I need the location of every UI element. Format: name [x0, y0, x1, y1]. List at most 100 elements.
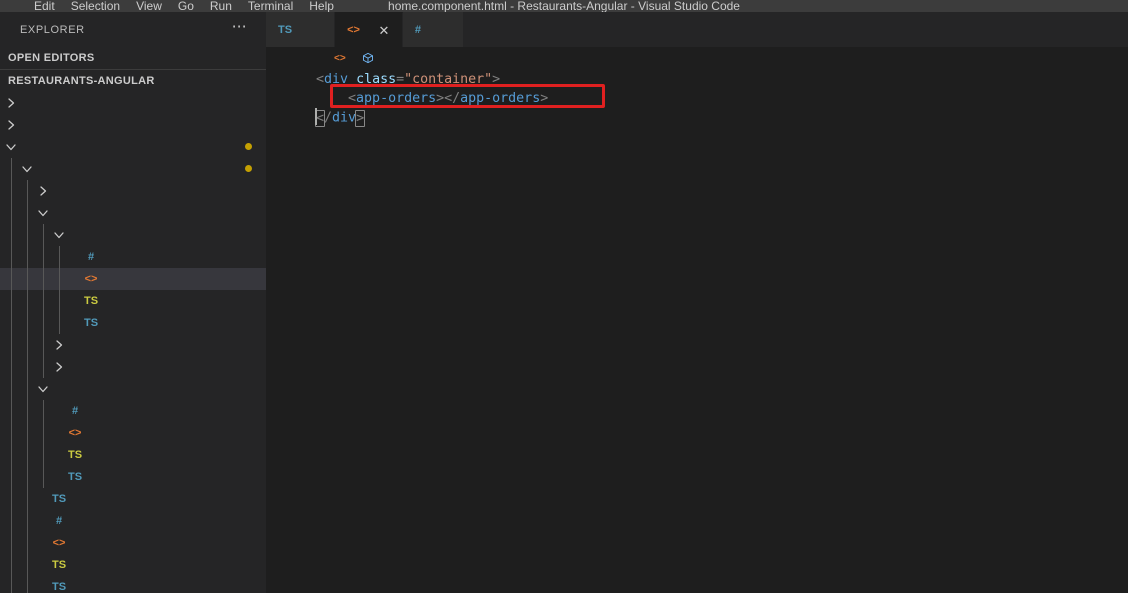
indent-guide [27, 179, 28, 202]
indent-guide [59, 289, 60, 312]
code-text: <div class="container"> [316, 72, 501, 87]
section-open-editors[interactable]: OPEN EDITORS [0, 47, 266, 69]
tree-item-app-component-spec-ts[interactable]: TS [0, 553, 266, 576]
symbol-element-icon [362, 52, 374, 64]
tree-item-main-menu-component-ts[interactable]: TS [0, 465, 266, 488]
code-line[interactable]: </div> [266, 108, 1128, 127]
indent-guide [11, 157, 12, 180]
code-text: <app-orders></app-orders> [348, 91, 549, 106]
tree-item-main-menu-component-spec-ts[interactable]: TS [0, 443, 266, 466]
spec-file-icon: TS [67, 448, 83, 461]
ellipsis-icon[interactable]: ⋯ [232, 19, 248, 37]
menu-item-terminal[interactable]: Terminal [240, 0, 301, 12]
indent-guide [27, 575, 28, 593]
editor-scrollbar[interactable] [1114, 69, 1128, 593]
html-file-icon: <> [68, 426, 82, 439]
chevron-right-icon[interactable] [52, 334, 66, 356]
indent-guide [27, 289, 28, 312]
indent-guide [11, 179, 12, 202]
tree-item-plates[interactable] [0, 355, 266, 378]
chevron-right-icon[interactable] [36, 180, 50, 202]
section-project-root[interactable]: RESTAURANTS-ANGULAR [0, 70, 266, 92]
indent-guide [43, 399, 44, 422]
tree-item-components[interactable] [0, 201, 266, 224]
tab-bar-empty-space [464, 12, 1128, 47]
chevron-right-icon[interactable] [52, 356, 66, 378]
menu-item-view[interactable]: View [128, 0, 170, 12]
tree-item-home-component-html[interactable]: <> [0, 267, 266, 290]
chevron-down-icon[interactable] [4, 136, 18, 158]
indent-guide [43, 333, 44, 356]
tree-item-app-routing-module-ts[interactable]: TS [0, 487, 266, 510]
chevron-right-icon[interactable] [4, 92, 18, 114]
tree-item-src[interactable] [0, 136, 266, 158]
close-icon[interactable]: ✕ [376, 24, 392, 37]
project-label: RESTAURANTS-ANGULAR [8, 74, 155, 87]
menu-item-help[interactable]: Help [301, 0, 342, 12]
file-tree: # <> TS TS # <> TS TS TS # <> TS TS [0, 92, 266, 593]
indent-guide [27, 245, 28, 268]
css-file-icon: # [71, 404, 79, 417]
tree-item-main-menu[interactable] [0, 377, 266, 400]
chevron-down-icon[interactable] [36, 378, 50, 400]
menu-item-go[interactable]: Go [170, 0, 202, 12]
tree-item-app-component-css[interactable]: # [0, 509, 266, 532]
indent-guide [11, 333, 12, 356]
tree-item-common[interactable] [0, 179, 266, 202]
tree-item-app-component-ts[interactable]: TS [0, 575, 266, 593]
chevron-down-icon[interactable] [36, 202, 50, 224]
indent-guide [11, 201, 12, 224]
tree-item-app-component-html[interactable]: <> [0, 531, 266, 554]
open-editors-label: OPEN EDITORS [8, 51, 95, 64]
indent-guide [11, 487, 12, 510]
explorer-title: EXPLORER [20, 23, 85, 36]
indent-guide [27, 201, 28, 224]
indent-guide [27, 311, 28, 334]
tree-item-home-component-css[interactable]: # [0, 245, 266, 268]
breadcrumb-item-div-container[interactable] [362, 52, 378, 64]
indent-guide [27, 355, 28, 378]
code-line[interactable]: <div class="container"> [266, 70, 1128, 89]
indent-guide [11, 553, 12, 576]
indent-guide [11, 509, 12, 532]
tree-item-main-menu-component-css[interactable]: # [0, 399, 266, 422]
code-line[interactable]: <app-orders></app-orders> [266, 89, 1128, 108]
tree-item-main-menu-component-html[interactable]: <> [0, 421, 266, 444]
tree-item-app[interactable] [0, 157, 266, 180]
tree-item-node-modules[interactable] [0, 114, 266, 136]
tree-item-e2e[interactable] [0, 92, 266, 114]
tab-app-module-ts[interactable]: TS✕ [266, 12, 336, 47]
chevron-right-icon[interactable] [4, 114, 18, 136]
indent-guide [27, 421, 28, 444]
modified-dot-indicator [245, 143, 252, 151]
code-editor[interactable]: <div class="container"> <app-orders></ap… [266, 69, 1128, 593]
indent-guide [27, 465, 28, 488]
breadcrumb-item-home-component-html[interactable]: <> [334, 53, 350, 64]
editor-group: TS✕ <> ✕ #✕ <> <div class="container"> <app… [266, 12, 1128, 593]
indent-guide [43, 465, 44, 488]
ts-file-icon: TS [51, 492, 67, 505]
indent-guide [11, 377, 12, 400]
explorer-sidebar: EXPLORER ⋯ OPEN EDITORS RESTAURANTS-ANGU… [0, 12, 266, 593]
tree-item-home-component-ts[interactable]: TS [0, 311, 266, 334]
tree-item-orders[interactable] [0, 333, 266, 356]
tab-home-component-html[interactable]: <> ✕ [335, 12, 403, 47]
indent-guide [43, 223, 44, 246]
explorer-header: EXPLORER ⋯ [0, 12, 266, 47]
indent-guide [27, 531, 28, 554]
menu-item-edit[interactable]: Edit [26, 0, 63, 12]
chevron-down-icon[interactable] [52, 224, 66, 246]
tab-home-component-css[interactable]: #✕ [402, 12, 465, 47]
tree-item-home-component-spec-ts[interactable]: TS [0, 289, 266, 312]
chevron-down-icon[interactable] [20, 158, 34, 180]
tree-item-home[interactable] [0, 223, 266, 246]
ts-file-icon: TS [67, 470, 83, 483]
indent-guide [27, 267, 28, 290]
indent-guide [43, 311, 44, 334]
menu-item-selection[interactable]: Selection [63, 0, 128, 12]
breadcrumb: <> [266, 47, 1128, 69]
menu-item-run[interactable]: Run [202, 0, 240, 12]
indent-guide [11, 223, 12, 246]
indent-guide [11, 465, 12, 488]
indent-guide [27, 399, 28, 422]
